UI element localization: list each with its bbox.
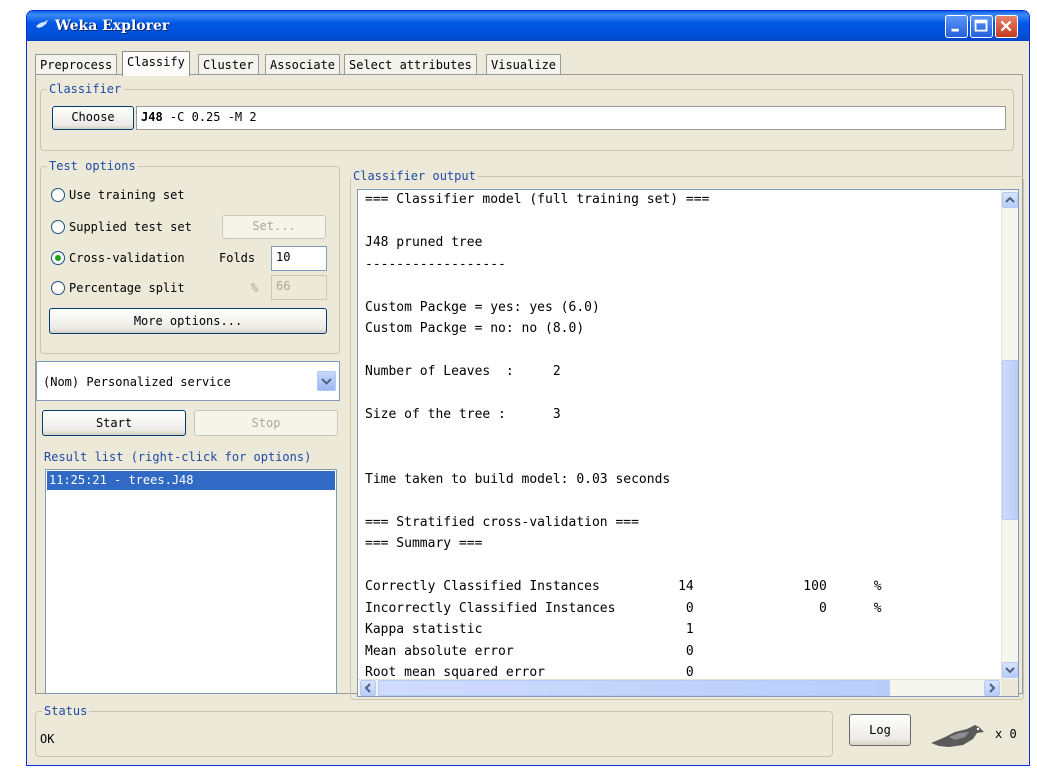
radio-icon	[51, 281, 65, 295]
test-options-group: Test options Use training set Supplied t…	[40, 159, 340, 354]
classifier-output-group: Classifier output === Classifier model (…	[350, 169, 1024, 700]
cross-validation-label: Cross-validation	[69, 251, 185, 265]
more-options-button[interactable]: More options...	[49, 308, 327, 334]
close-icon	[1000, 20, 1012, 32]
choose-button[interactable]: Choose	[52, 106, 134, 130]
output-line: ------------------	[365, 256, 506, 272]
task-count: x 0	[995, 727, 1017, 741]
classifier-output-text-area[interactable]: === Classifier model (full training set)…	[357, 189, 1019, 697]
set-button[interactable]: Set...	[222, 215, 326, 239]
stop-button[interactable]: Stop	[194, 410, 338, 436]
chevron-down-icon[interactable]	[317, 371, 336, 391]
test-options-legend: Test options	[47, 159, 138, 173]
start-button[interactable]: Start	[42, 410, 186, 436]
output-line: J48 pruned tree	[365, 235, 483, 250]
classifier-group: Classifier Choose J48 -C 0.25 -M 2	[40, 82, 1014, 151]
classifier-output-legend: Classifier output	[351, 169, 478, 183]
tab-preprocess[interactable]: Preprocess	[35, 54, 118, 75]
log-button[interactable]: Log	[849, 714, 911, 746]
status-legend: Status	[42, 704, 90, 718]
result-list-legend: Result list (right-click for options)	[42, 450, 314, 464]
tab-select-attributes[interactable]: Select attributes	[344, 54, 477, 75]
classifier-name: J48	[141, 110, 163, 124]
folds-label: Folds	[219, 251, 256, 265]
minimize-icon	[951, 28, 959, 32]
percent-label: %	[251, 281, 259, 295]
scroll-left-button[interactable]	[360, 680, 376, 696]
supplied-test-set-radio[interactable]: Supplied test set	[51, 218, 211, 238]
scrollbar-corner	[1001, 679, 1018, 696]
output-text: === Classifier model (full training set)…	[365, 190, 882, 684]
percent-field[interactable]: 66	[271, 275, 327, 300]
output-line: Custom Packge = yes: yes (6.0)	[365, 299, 600, 315]
output-line: Custom Packge = no: no (8.0)	[365, 321, 585, 336]
output-line: Kappa statistic 1	[365, 622, 694, 637]
use-training-set-label: Use training set	[69, 188, 185, 202]
class-attribute-value: (Nom) Personalized service	[43, 375, 231, 389]
output-line: Size of the tree : 3	[365, 407, 561, 422]
weka-explorer-window: Weka Explorer Preprocess Classify Cluste…	[26, 10, 1030, 766]
maximize-icon	[974, 19, 988, 32]
percentage-split-radio[interactable]: Percentage split	[51, 279, 211, 299]
class-attribute-select[interactable]: (Nom) Personalized service	[36, 361, 340, 401]
status-text: OK	[40, 732, 55, 746]
output-line: Correctly Classified Instances 14 100 %	[365, 579, 882, 594]
output-line: === Stratified cross-validation ===	[365, 514, 639, 530]
weka-bird-icon[interactable]	[929, 723, 989, 749]
window-title: Weka Explorer	[55, 18, 170, 34]
tab-associate[interactable]: Associate	[265, 54, 341, 75]
output-line: Mean absolute error 0	[365, 643, 694, 659]
weka-bird-icon	[36, 20, 48, 28]
status-group: Status OK	[35, 704, 833, 757]
horizontal-scroll-thumb[interactable]	[378, 680, 890, 696]
output-line: Number of Leaves : 2	[365, 364, 561, 379]
output-line: === Classifier model (full training set)…	[365, 192, 710, 207]
radio-icon	[51, 188, 65, 202]
chevron-left-icon	[364, 683, 371, 693]
title-bar[interactable]: Weka Explorer	[27, 11, 1029, 41]
tab-cluster[interactable]: Cluster	[198, 54, 259, 75]
vertical-scroll-thumb[interactable]	[1002, 360, 1018, 520]
radio-selected-icon	[51, 251, 65, 265]
radio-icon	[51, 220, 65, 234]
list-item[interactable]: 11:25:21 - trees.J48	[47, 471, 335, 490]
folds-field[interactable]: 10	[271, 246, 327, 271]
classifier-spec-field[interactable]: J48 -C 0.25 -M 2	[136, 106, 1006, 130]
output-line: Incorrectly Classified Instances 0 0 %	[365, 600, 882, 616]
use-training-set-radio[interactable]: Use training set	[51, 186, 301, 206]
maximize-button[interactable]	[970, 15, 993, 38]
output-line: Time taken to build model: 0.03 seconds	[365, 471, 671, 487]
chevron-up-icon	[1005, 196, 1015, 203]
result-list[interactable]: 11:25:21 - trees.J48	[45, 469, 337, 694]
percentage-split-label: Percentage split	[69, 281, 185, 295]
horizontal-scrollbar[interactable]	[358, 679, 1003, 696]
scroll-right-button[interactable]	[984, 680, 1000, 696]
scroll-down-button[interactable]	[1002, 662, 1018, 678]
tab-classify[interactable]: Classify	[122, 51, 190, 76]
cross-validation-radio[interactable]: Cross-validation	[51, 249, 211, 269]
classify-panel: Classifier Choose J48 -C 0.25 -M 2 Test …	[35, 74, 1024, 700]
minimize-button[interactable]	[945, 15, 968, 38]
scroll-up-button[interactable]	[1002, 192, 1018, 208]
vertical-scrollbar[interactable]	[1001, 190, 1018, 680]
classifier-options: -C 0.25 -M 2	[162, 110, 257, 124]
supplied-test-set-label: Supplied test set	[69, 220, 192, 234]
output-line: === Summary ===	[365, 536, 483, 551]
classifier-legend: Classifier	[47, 82, 124, 96]
tab-visualize[interactable]: Visualize	[486, 54, 562, 75]
chevron-down-icon	[1005, 667, 1015, 674]
chevron-right-icon	[989, 683, 996, 693]
close-button[interactable]	[995, 15, 1018, 38]
